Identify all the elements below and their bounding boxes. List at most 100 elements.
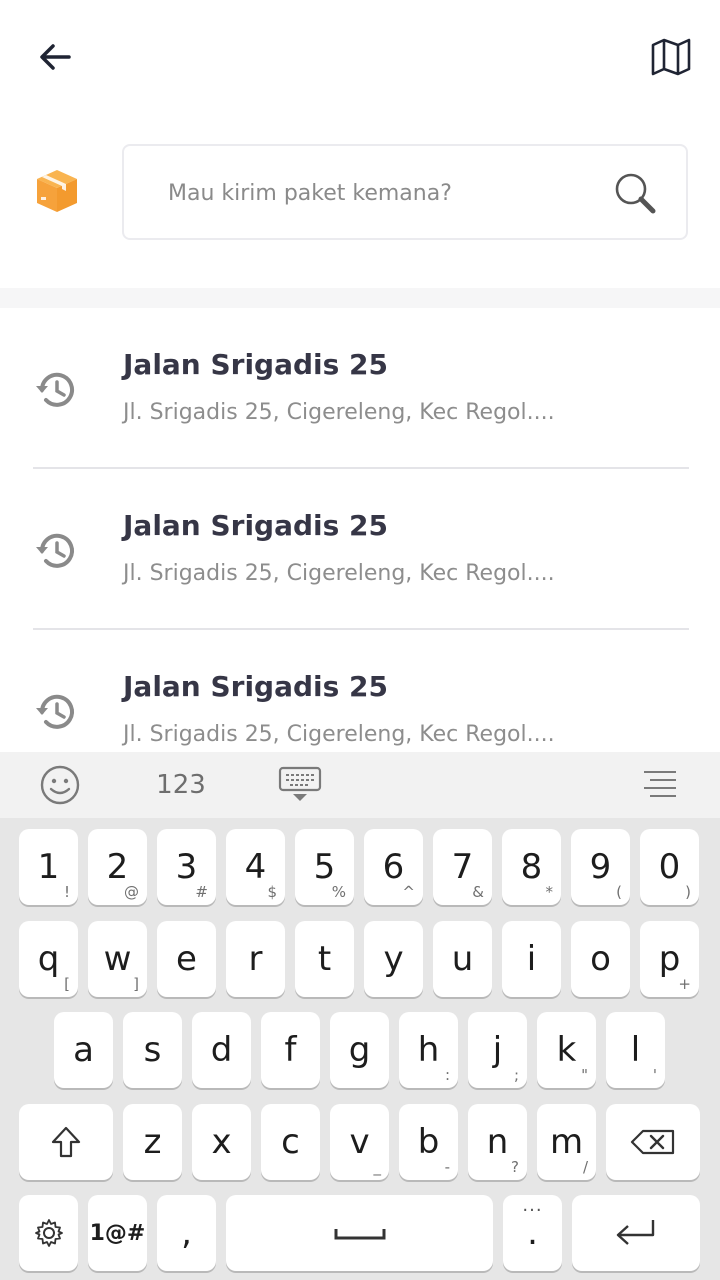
key-label: p — [658, 939, 681, 979]
key-h[interactable]: h: — [399, 1012, 458, 1088]
space-bar-icon — [334, 1229, 385, 1240]
key-label: t — [317, 939, 332, 979]
key-y[interactable]: y — [364, 921, 423, 997]
symbols-key[interactable]: 1@# — [88, 1195, 147, 1271]
key-sublabel: " — [581, 1066, 588, 1084]
key-label: 4 — [244, 847, 267, 887]
key-l[interactable]: l ' — [606, 1012, 665, 1088]
settings-key[interactable] — [19, 1195, 78, 1271]
key-8[interactable]: 8 * — [502, 829, 561, 905]
key-sublabel: - — [444, 1158, 450, 1176]
key-sublabel: ) — [685, 883, 691, 901]
history-item[interactable]: Jalan Srigadis 25 Jl. Srigadis 25, Ciger… — [0, 308, 720, 469]
key-z[interactable]: z — [123, 1104, 182, 1180]
key-label: 2 — [106, 847, 129, 887]
key-q[interactable]: q[ — [19, 921, 78, 997]
key-sublabel: + — [678, 975, 691, 993]
key-g[interactable]: g — [330, 1012, 389, 1088]
emoji-button[interactable] — [36, 760, 84, 810]
key-label: y — [383, 939, 404, 979]
key-label: 9 — [589, 847, 612, 887]
key-6[interactable]: 6 ^ — [364, 829, 423, 905]
history-icon — [36, 694, 74, 729]
key-0[interactable]: 0) — [640, 829, 699, 905]
key-m[interactable]: m / — [537, 1104, 596, 1180]
key-label: z — [143, 1122, 162, 1162]
keyboard-hide-icon — [278, 766, 322, 801]
top-bar — [0, 0, 720, 110]
key-label: q — [37, 939, 60, 979]
key-5[interactable]: 5% — [295, 829, 354, 905]
key-label: 8 — [520, 847, 543, 887]
search-input[interactable] — [168, 166, 598, 220]
shift-icon — [51, 1126, 81, 1158]
key-label: b — [417, 1122, 440, 1162]
key-i[interactable]: i — [502, 921, 561, 997]
key-n[interactable]: n? — [468, 1104, 527, 1180]
back-button[interactable] — [30, 32, 80, 82]
key-label: 1@# — [89, 1220, 146, 1246]
key-1[interactable]: 1! — [19, 829, 78, 905]
history-list: Jalan Srigadis 25 Jl. Srigadis 25, Ciger… — [0, 308, 720, 752]
keyboard-menu-button[interactable] — [638, 760, 682, 810]
key-sublabel: _ — [373, 1158, 382, 1176]
key-label: 7 — [451, 847, 474, 887]
shift-key[interactable] — [19, 1104, 113, 1180]
section-divider — [0, 288, 720, 308]
key-label: o — [590, 939, 611, 979]
key-sublabel: ? — [511, 1158, 519, 1176]
map-button[interactable] — [646, 32, 696, 82]
key-label: . — [527, 1213, 538, 1253]
key-label: a — [73, 1030, 94, 1070]
search-icon[interactable] — [612, 170, 660, 218]
key-e[interactable]: e — [157, 921, 216, 997]
numbers-toggle[interactable]: 123 — [150, 760, 212, 810]
key-r[interactable]: r — [226, 921, 285, 997]
map-icon — [651, 38, 691, 76]
period-key[interactable]: . ... — [503, 1195, 562, 1271]
key-t[interactable]: t — [295, 921, 354, 997]
key-label: e — [176, 939, 197, 979]
key-d[interactable]: d — [192, 1012, 251, 1088]
key-label: h — [417, 1030, 440, 1070]
key-u[interactable]: u — [433, 921, 492, 997]
key-4[interactable]: 4 $ — [226, 829, 285, 905]
search-box[interactable] — [122, 144, 688, 240]
comma-key[interactable]: , — [157, 1195, 216, 1271]
arrow-left-icon — [40, 44, 71, 70]
key-label: f — [284, 1030, 297, 1070]
key-label: g — [348, 1030, 371, 1070]
key-9[interactable]: 9( — [571, 829, 630, 905]
key-s[interactable]: s — [123, 1012, 182, 1088]
key-sublabel: : — [444, 1066, 450, 1084]
history-item[interactable]: Jalan Srigadis 25 Jl. Srigadis 25, Ciger… — [0, 469, 720, 630]
key-o[interactable]: o — [571, 921, 630, 997]
key-sublabel: / — [582, 1158, 588, 1176]
key-sublabel: ; — [513, 1066, 519, 1084]
key-label: r — [248, 939, 263, 979]
key-c[interactable]: c — [261, 1104, 320, 1180]
key-j[interactable]: j; — [468, 1012, 527, 1088]
key-a[interactable]: a — [54, 1012, 113, 1088]
key-label: w — [103, 939, 132, 979]
history-item[interactable]: Jalan Srigadis 25 Jl. Srigadis 25, Ciger… — [0, 630, 720, 752]
key-v[interactable]: v _ — [330, 1104, 389, 1180]
key-f[interactable]: f — [261, 1012, 320, 1088]
space-key[interactable] — [226, 1195, 493, 1271]
backspace-key[interactable] — [606, 1104, 700, 1180]
key-x[interactable]: x — [192, 1104, 251, 1180]
key-sublabel: ! — [63, 883, 70, 901]
key-3[interactable]: 3 # — [157, 829, 216, 905]
key-p[interactable]: p + — [640, 921, 699, 997]
enter-key[interactable] — [572, 1195, 700, 1271]
history-icon — [36, 533, 74, 568]
key-2[interactable]: 2 @ — [88, 829, 147, 905]
package-box-icon — [37, 170, 77, 212]
key-label: j — [492, 1030, 503, 1070]
key-w[interactable]: w] — [88, 921, 147, 997]
key-7[interactable]: 7 & — [433, 829, 492, 905]
key-b[interactable]: b- — [399, 1104, 458, 1180]
key-label: c — [281, 1122, 300, 1162]
keyboard-hide-button[interactable] — [276, 760, 324, 810]
key-k[interactable]: k " — [537, 1012, 596, 1088]
